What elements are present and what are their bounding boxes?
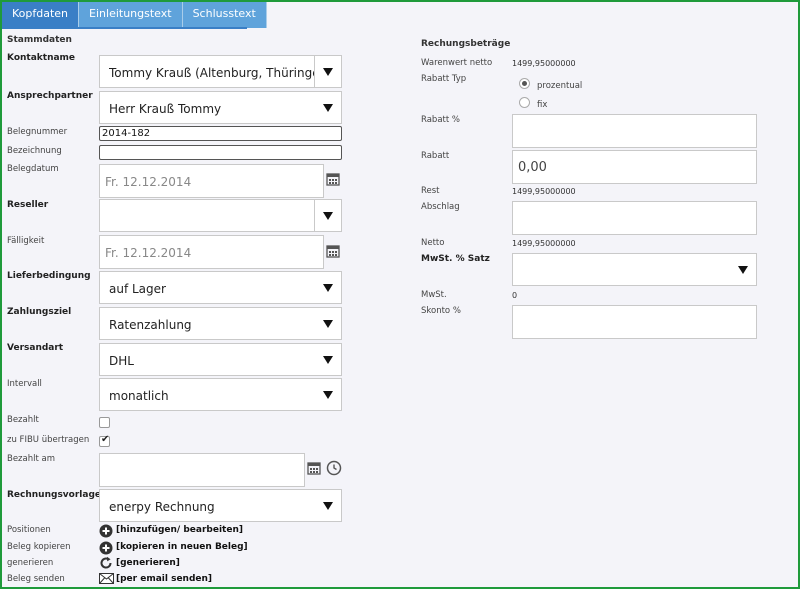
intervall-select[interactable]: monatlich	[99, 378, 342, 411]
belegnummer-label: Belegnummer	[7, 127, 68, 137]
tab-underline	[2, 27, 247, 29]
bezahlt-am-label: Bezahlt am	[7, 454, 56, 464]
positionen-label: Positionen	[7, 525, 51, 535]
belegdatum-value: Fr. 12.12.2014	[105, 175, 192, 189]
calendar-icon[interactable]	[326, 172, 340, 186]
zahlungsziel-label: Zahlungsziel	[7, 307, 72, 317]
warenwert-label: Warenwert netto	[421, 58, 493, 68]
chevron-down-icon[interactable]	[314, 490, 341, 521]
tab-schlusstext[interactable]: Schlusstext	[182, 2, 267, 28]
versandart-select[interactable]: DHL	[99, 343, 342, 376]
reseller-select[interactable]	[99, 199, 342, 232]
plus-circle-icon[interactable]	[99, 541, 113, 555]
plus-circle-icon[interactable]	[99, 524, 113, 538]
section-title-stammdaten: Stammdaten	[7, 35, 72, 45]
rabatt-pct-label: Rabatt %	[421, 115, 460, 125]
tab-bar: Kopfdaten Einleitungstext Schlusstext	[2, 2, 267, 28]
rabatt-value: 0,00	[518, 160, 547, 175]
clock-icon[interactable]	[326, 460, 342, 476]
abschlag-input[interactable]	[512, 201, 757, 235]
mwst-value: 0	[512, 291, 518, 300]
radio-fix-label: fix	[537, 100, 548, 110]
kontaktname-value: Tommy Krauß (Altenburg, Thüringen), …	[109, 66, 314, 80]
fibu-label: zu FIBU übertragen	[7, 435, 90, 445]
tab-einleitungstext[interactable]: Einleitungstext	[79, 2, 183, 28]
rest-label: Rest	[421, 186, 440, 196]
window-frame: Kopfdaten Einleitungstext Schlusstext St…	[0, 0, 800, 589]
beleg-kopieren-link[interactable]: [kopieren in neuen Beleg]	[116, 542, 248, 552]
chevron-down-icon[interactable]	[314, 379, 341, 410]
faelligkeit-value: Fr. 12.12.2014	[105, 246, 192, 260]
belegdatum-label: Belegdatum	[7, 164, 59, 174]
rabatt-input[interactable]: 0,00	[512, 150, 757, 184]
rest-value: 1499,95000000	[512, 187, 576, 196]
lieferbedingung-select[interactable]: auf Lager	[99, 271, 342, 304]
chevron-down-icon[interactable]	[314, 200, 341, 231]
reseller-label: Reseller	[7, 200, 49, 210]
fibu-checkbox[interactable]	[99, 434, 110, 447]
mwst-label: MwSt.	[421, 290, 447, 300]
rechnungsvorlage-select[interactable]: enerpy Rechnung	[99, 489, 342, 522]
rechnungsvorlage-value: enerpy Rechnung	[109, 500, 215, 514]
chevron-down-icon[interactable]	[314, 56, 341, 87]
netto-value: 1499,95000000	[512, 239, 576, 248]
radio-prozentual-label: prozentual	[537, 81, 583, 91]
kontaktname-select[interactable]: Tommy Krauß (Altenburg, Thüringen), …	[99, 55, 342, 88]
abschlag-label: Abschlag	[421, 202, 460, 212]
zahlungsziel-value: Ratenzahlung	[109, 318, 192, 332]
versandart-value: DHL	[109, 354, 134, 368]
tab-kopfdaten[interactable]: Kopfdaten	[2, 2, 80, 28]
rabatt-typ-label: Rabatt Typ	[421, 74, 467, 84]
chevron-down-icon[interactable]	[314, 308, 341, 339]
beleg-senden-label: Beleg senden	[7, 574, 65, 584]
intervall-value: monatlich	[109, 389, 169, 403]
mwst-satz-select[interactable]	[512, 253, 757, 286]
bezeichnung-label: Bezeichnung	[7, 146, 62, 156]
bezahlt-am-input[interactable]	[99, 453, 305, 487]
generieren-link[interactable]: [generieren]	[116, 558, 180, 568]
chevron-down-icon[interactable]	[314, 92, 341, 123]
section-title-rechnungsbetraege: Rechungsbeträge	[421, 39, 511, 49]
calendar-icon[interactable]	[326, 244, 340, 258]
bezeichnung-input[interactable]	[99, 145, 342, 160]
chevron-down-icon[interactable]	[729, 254, 756, 285]
radio-prozentual[interactable]	[519, 78, 530, 89]
skonto-input[interactable]	[512, 305, 757, 339]
faelligkeit-label: Fälligkeit	[7, 236, 45, 246]
chevron-down-icon[interactable]	[314, 344, 341, 375]
belegdatum-input[interactable]: Fr. 12.12.2014	[99, 164, 324, 198]
intervall-label: Intervall	[7, 379, 42, 389]
rechnungsvorlage-label: Rechnungsvorlage	[7, 490, 101, 500]
bezahlt-label: Bezahlt	[7, 415, 39, 425]
skonto-label: Skonto %	[421, 306, 461, 316]
belegnummer-input[interactable]: 2014-182	[99, 126, 342, 141]
generieren-label: generieren	[7, 558, 54, 568]
mwst-satz-label: MwSt. % Satz	[421, 254, 490, 264]
ansprechpartner-value: Herr Krauß Tommy	[109, 102, 222, 116]
versandart-label: Versandart	[7, 343, 64, 353]
positionen-link[interactable]: [hinzufügen/ bearbeiten]	[116, 525, 243, 535]
ansprechpartner-select[interactable]: Herr Krauß Tommy	[99, 91, 342, 124]
ansprechpartner-label: Ansprechpartner	[7, 91, 93, 101]
chevron-down-icon[interactable]	[314, 272, 341, 303]
zahlungsziel-select[interactable]: Ratenzahlung	[99, 307, 342, 340]
radio-fix[interactable]	[519, 97, 530, 108]
lieferbedingung-value: auf Lager	[109, 282, 166, 296]
beleg-senden-link[interactable]: [per email senden]	[116, 574, 212, 584]
rabatt-label: Rabatt	[421, 151, 450, 161]
rabatt-pct-input[interactable]	[512, 114, 757, 148]
bezahlt-checkbox[interactable]	[99, 417, 110, 428]
envelope-icon[interactable]	[99, 573, 114, 584]
beleg-kopieren-label: Beleg kopieren	[7, 542, 71, 552]
kontaktname-label: Kontaktname	[7, 53, 76, 63]
faelligkeit-input[interactable]: Fr. 12.12.2014	[99, 235, 324, 269]
lieferbedingung-label: Lieferbedingung	[7, 271, 91, 281]
refresh-icon[interactable]	[99, 556, 113, 570]
netto-label: Netto	[421, 238, 445, 248]
warenwert-value: 1499,95000000	[512, 59, 576, 68]
calendar-icon[interactable]	[307, 461, 321, 475]
